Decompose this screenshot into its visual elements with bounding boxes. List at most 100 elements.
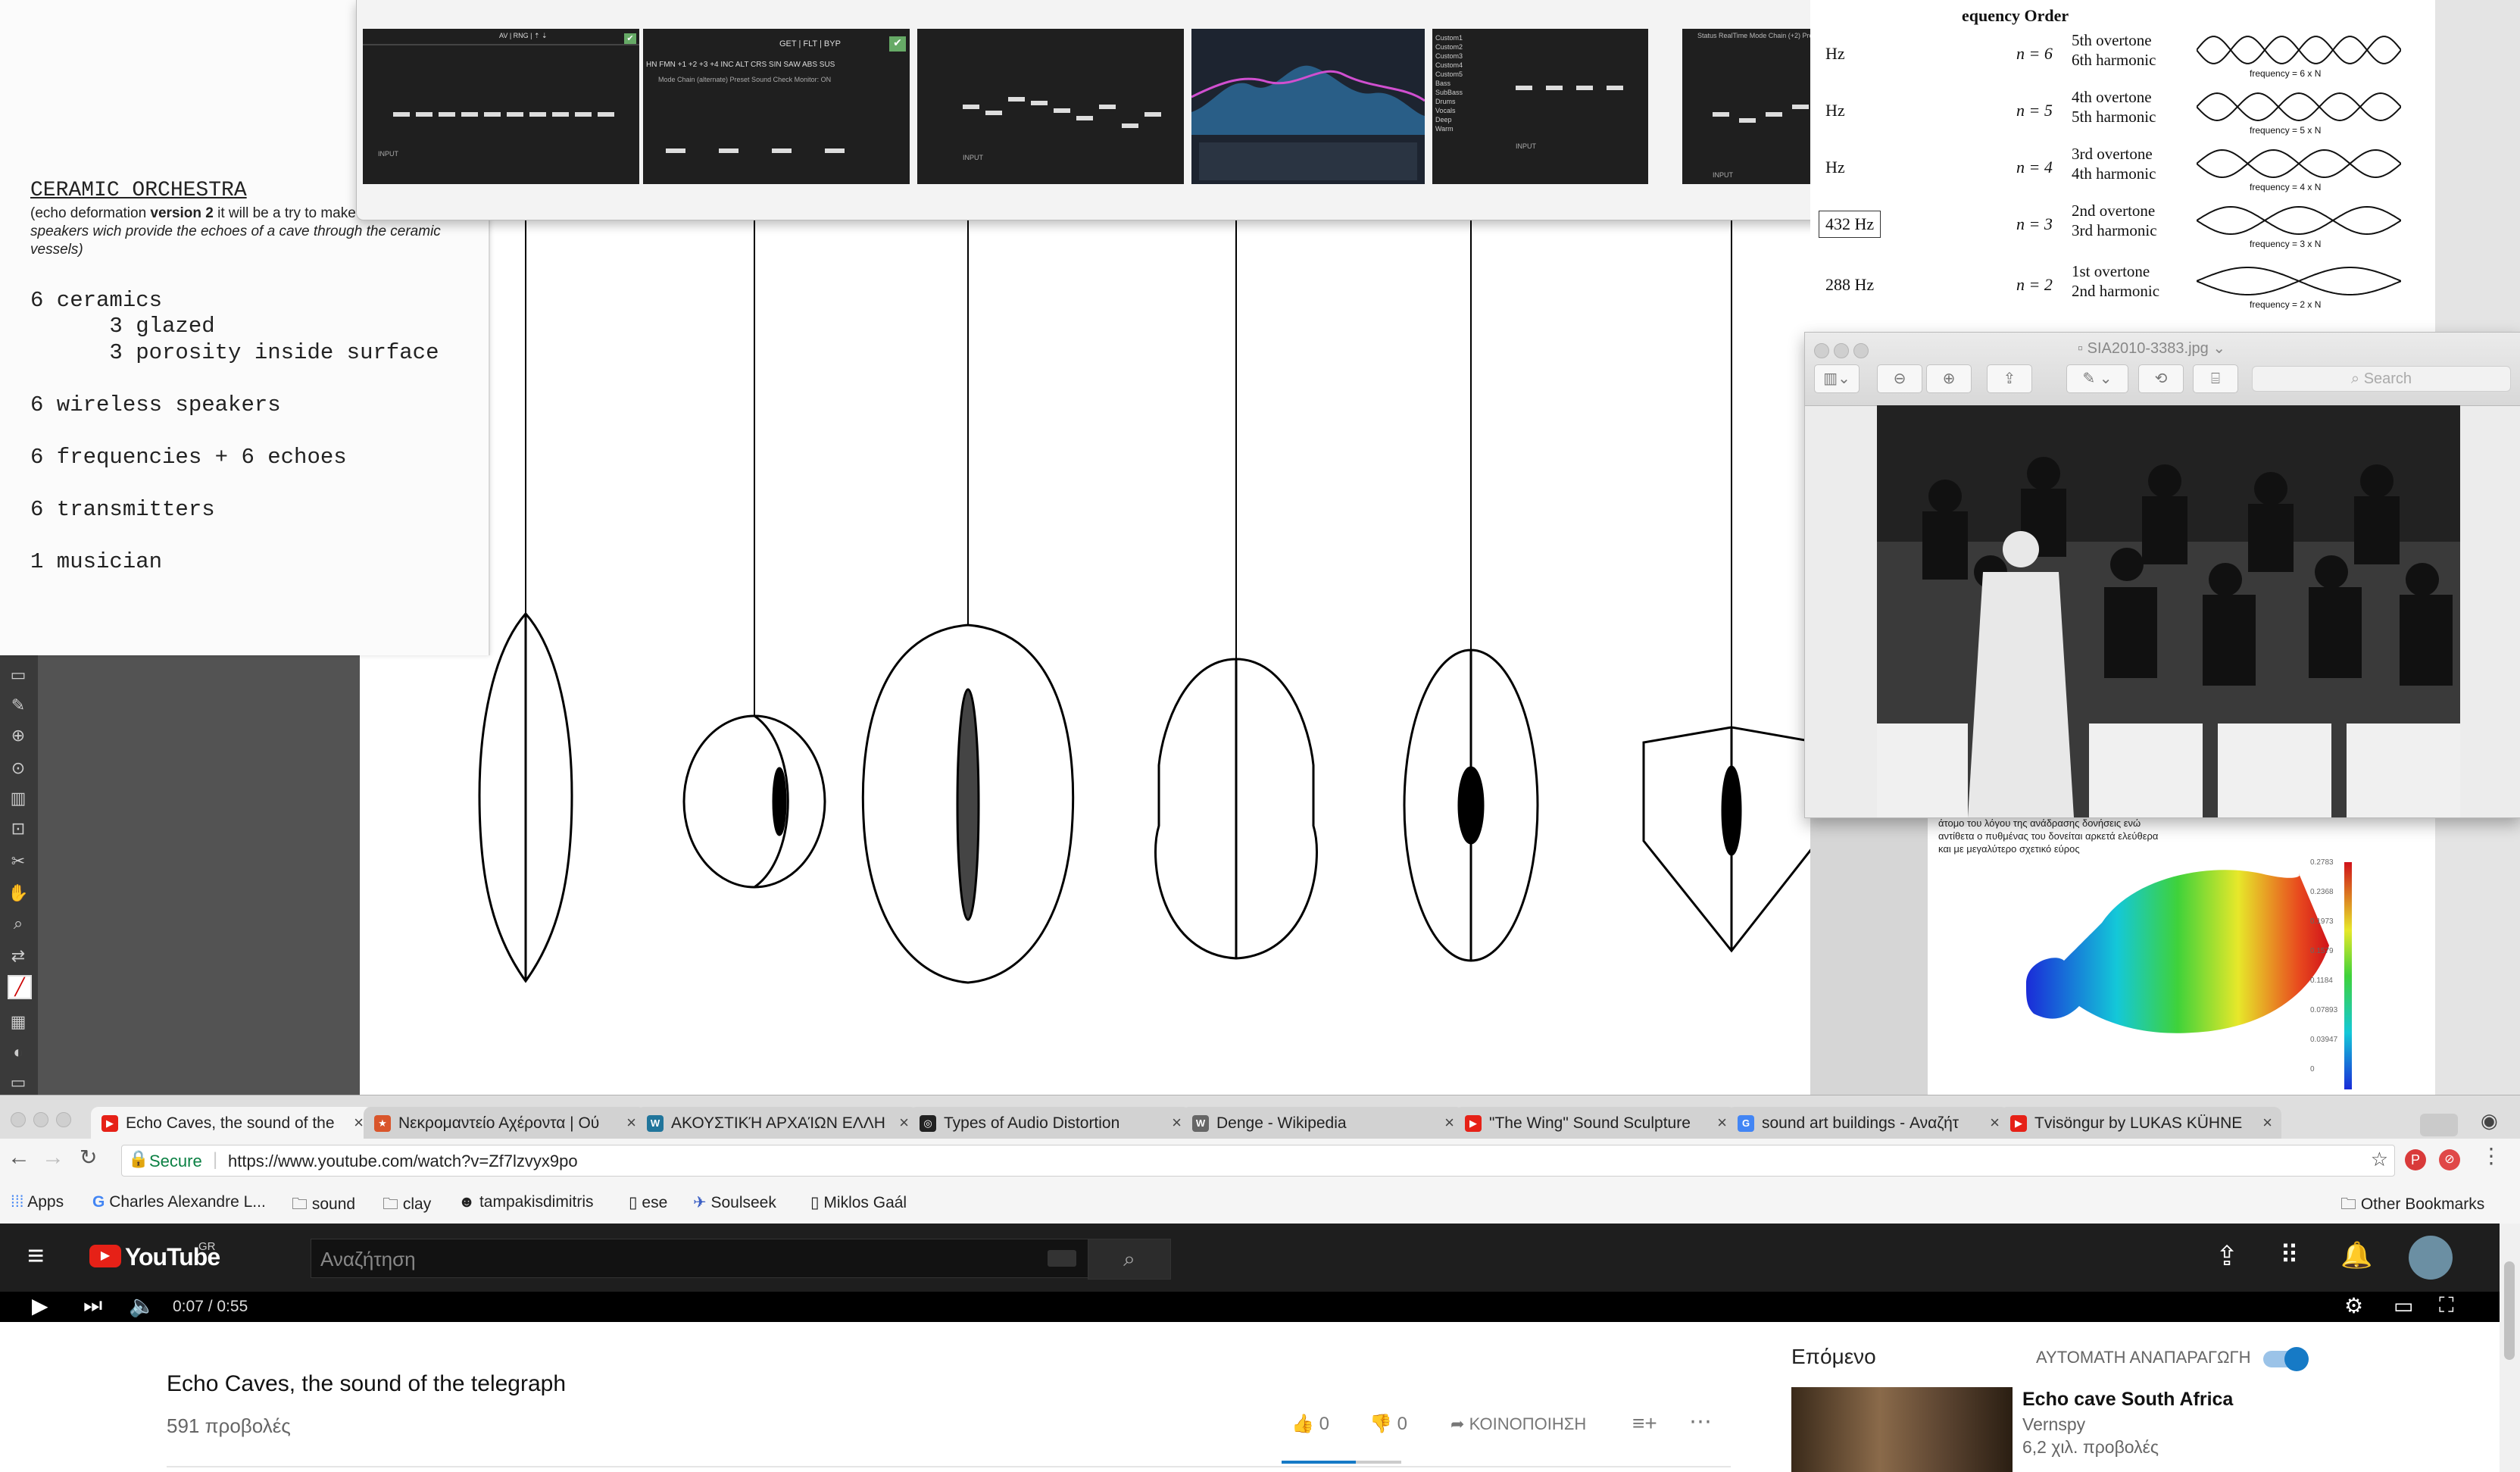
keyboard-icon[interactable] — [1048, 1250, 1076, 1267]
theater-mode-icon[interactable]: ▭ — [2394, 1293, 2413, 1318]
harmonic-formula: frequency = 3 x N — [2250, 239, 2322, 249]
toolbox-icon[interactable]: ⌸ — [2193, 364, 2238, 393]
bookmark-clay[interactable]: 🗀 clay — [383, 1193, 431, 1220]
menu-icon[interactable]: ⋮ — [2481, 1143, 2502, 1168]
zoom-button[interactable] — [1853, 343, 1869, 358]
bookmark-charles[interactable]: G Charles Alexandre L... — [92, 1193, 266, 1211]
tab-close-icon[interactable]: × — [2262, 1113, 2272, 1133]
hamburger-menu-icon[interactable]: ≡ — [27, 1240, 44, 1273]
next-video-thumbnail[interactable] — [1791, 1387, 2013, 1472]
share-button[interactable]: ➦ ΚΟΙΝΟΠΟΙΗΣΗ — [1450, 1414, 1586, 1434]
swap-colors-icon[interactable]: ⇄ — [8, 945, 29, 967]
youtube-logo-icon[interactable]: ▶ — [89, 1245, 121, 1267]
avatar[interactable] — [2409, 1236, 2453, 1280]
search-button[interactable]: ⌕ — [1088, 1239, 1171, 1280]
add-to-playlist-icon[interactable]: ≡+ — [1632, 1411, 1657, 1436]
upload-icon[interactable]: ⇪ — [2216, 1240, 2238, 1272]
volume-icon[interactable]: 🔈 — [129, 1293, 155, 1318]
new-tab-button[interactable] — [2420, 1114, 2458, 1136]
dislike-button[interactable]: 👎 0 — [1369, 1413, 1407, 1435]
back-icon[interactable]: ← — [8, 1145, 30, 1170]
fullscreen-icon[interactable]: ⛶ — [2439, 1293, 2454, 1318]
bookmark-other[interactable]: 🗀 Other Bookmarks — [2340, 1193, 2484, 1220]
autoplay-toggle[interactable] — [2263, 1347, 2309, 1371]
symbol-sprayer-icon[interactable]: ⊙ — [8, 758, 29, 779]
page-scrollbar[interactable] — [2500, 1224, 2520, 1472]
color-mode-icon[interactable]: ▦ — [8, 1011, 29, 1033]
close-button[interactable] — [1814, 343, 1829, 358]
zoom-out-icon[interactable]: ⊖ — [1877, 364, 1922, 393]
browser-tab[interactable]: Gsound art buildings - Αναζήτ × — [1727, 1107, 2009, 1139]
fill-stroke-icon[interactable]: ╱ — [8, 975, 32, 999]
pinterest-icon[interactable]: P — [2405, 1149, 2426, 1170]
thumbnail-eq-2[interactable]: GET | FLT | BYP HN FMN +1 +2 +3 +4 INC A… — [643, 29, 910, 184]
bookmark-miklos[interactable]: ▯ Miklos Gaál — [810, 1193, 907, 1212]
browser-tab[interactable]: ▶ Tvisöngur by LUKAS KÜHNE × — [2000, 1107, 2281, 1139]
tab-close-icon[interactable]: × — [626, 1113, 636, 1133]
next-icon[interactable]: ⏭ — [83, 1293, 102, 1318]
chrome-minimize-button[interactable] — [33, 1112, 48, 1127]
bookmark-star-icon[interactable]: ☆ — [2371, 1148, 2388, 1171]
bookmark-apps[interactable]: ⁞⁞⁞ Apps — [11, 1193, 64, 1211]
artboard-tool-icon[interactable]: ⊡ — [8, 818, 29, 839]
share-icon[interactable]: ⇪ — [1987, 364, 2032, 393]
url-text[interactable]: https://www.youtube.com/watch?v=Zf7lzvyx… — [228, 1152, 578, 1171]
rectangle-tool-icon[interactable]: ▭ — [8, 664, 29, 686]
chrome-zoom-button[interactable] — [56, 1112, 71, 1127]
apps-icon[interactable]: ⠿ — [2280, 1240, 2299, 1270]
graph-tool-icon[interactable]: ▥ — [8, 788, 29, 809]
chrome-close-button[interactable] — [11, 1112, 26, 1127]
forward-icon[interactable]: → — [42, 1145, 64, 1170]
video-player[interactable]: ▶ ⏭ 🔈 0:07 / 0:55 ⚙ ▭ ⛶ — [0, 1292, 2507, 1322]
address-bar[interactable]: 🔒 Secure | https://www.youtube.com/watch… — [121, 1145, 2395, 1177]
bookmark-sound[interactable]: 🗀 sound — [292, 1193, 355, 1220]
preview-window[interactable]: ▫ SIA2010-3383.jpg ⌄ ▥⌄ ⊖ ⊕ ⇪ ✎ ⌄ ⟲ ⌸ ⌕ … — [1804, 332, 2520, 818]
profile-icon[interactable]: ◉ — [2481, 1109, 2498, 1133]
like-button[interactable]: 👍 0 — [1291, 1413, 1329, 1435]
tab-close-icon[interactable]: × — [1990, 1113, 2000, 1133]
harmonic-frequency: 432 Hz — [1819, 211, 1881, 238]
shape-builder-icon[interactable]: ⊕ — [8, 725, 29, 746]
markup-icon[interactable]: ✎ ⌄ — [2066, 364, 2128, 393]
tab-close-icon[interactable]: × — [1444, 1113, 1454, 1133]
tab-close-icon[interactable]: × — [1717, 1113, 1727, 1133]
bookmark-tampakis[interactable]: ☻ tampakisdimitris — [458, 1193, 593, 1211]
browser-tab[interactable]: ▶ "The Wing" Sound Sculpture × — [1454, 1107, 1736, 1139]
extension-icon[interactable]: ⊘ — [2439, 1149, 2460, 1170]
harmonic-number: n = 5 — [2016, 101, 2053, 120]
thumbnail-spectrum[interactable] — [1191, 29, 1425, 184]
browser-tab[interactable]: ★ Νεκρομαντείο Αχέροντα | Ού × — [364, 1107, 645, 1139]
zoom-in-icon[interactable]: ⊕ — [1926, 364, 1972, 393]
reload-icon[interactable]: ↻ — [80, 1145, 97, 1170]
hand-tool-icon[interactable]: ✋ — [8, 883, 29, 904]
tab-close-icon[interactable]: × — [354, 1113, 364, 1133]
tab-close-icon[interactable]: × — [1172, 1113, 1182, 1133]
next-video-title[interactable]: Echo cave South Africa — [2022, 1389, 2233, 1411]
more-actions-icon[interactable]: ⋯ — [1689, 1408, 1712, 1435]
eyedropper-icon[interactable]: ✎ — [8, 695, 29, 716]
slice-tool-icon[interactable]: ✂ — [8, 851, 29, 872]
sidebar-toggle-icon[interactable]: ▥⌄ — [1814, 364, 1860, 393]
zoom-tool-icon[interactable]: ⌕ — [8, 913, 29, 934]
notifications-bell-icon[interactable]: 🔔 — [2340, 1240, 2372, 1270]
play-icon[interactable]: ▶ — [32, 1293, 48, 1318]
preview-search-input[interactable]: ⌕ Search — [2252, 366, 2511, 392]
browser-tab[interactable]: W Denge - Wikipedia × — [1182, 1107, 1463, 1139]
thumbnail-eq-presets[interactable]: Custom1 Custom2 Custom3 Custom4 Custom5 … — [1432, 29, 1648, 184]
browser-tab[interactable]: ▶ Echo Caves, the sound of the × — [91, 1107, 373, 1139]
settings-icon[interactable]: ⚙ — [2344, 1293, 2363, 1318]
bookmark-ese[interactable]: ▯ ese — [629, 1193, 667, 1212]
next-video-channel[interactable]: Vernspy — [2022, 1414, 2085, 1435]
scrollbar-thumb[interactable] — [2504, 1261, 2515, 1360]
screen-mode-icon[interactable]: ▭ — [8, 1072, 29, 1093]
rotate-icon[interactable]: ⟲ — [2138, 364, 2184, 393]
thumbnail-eq-1[interactable]: AV | RNG | ⇡ ⇣ INPUT ✔ — [363, 29, 639, 184]
bookmark-soulseek[interactable]: ✈ Soulseek — [693, 1193, 776, 1212]
tab-close-icon[interactable]: × — [899, 1113, 909, 1133]
browser-tab[interactable]: W ΑΚΟΥΣΤΙΚΉ ΑΡΧΑΊΩΝ ΕΛΛΗ × — [636, 1107, 918, 1139]
search-input[interactable]: Αναζήτηση — [311, 1239, 1088, 1278]
thumbnail-eq-3[interactable]: INPUT — [917, 29, 1184, 184]
draw-mode-icon[interactable]: ◐ — [8, 1042, 29, 1063]
minimize-button[interactable] — [1834, 343, 1849, 358]
browser-tab[interactable]: ◎ Types of Audio Distortion × — [909, 1107, 1191, 1139]
